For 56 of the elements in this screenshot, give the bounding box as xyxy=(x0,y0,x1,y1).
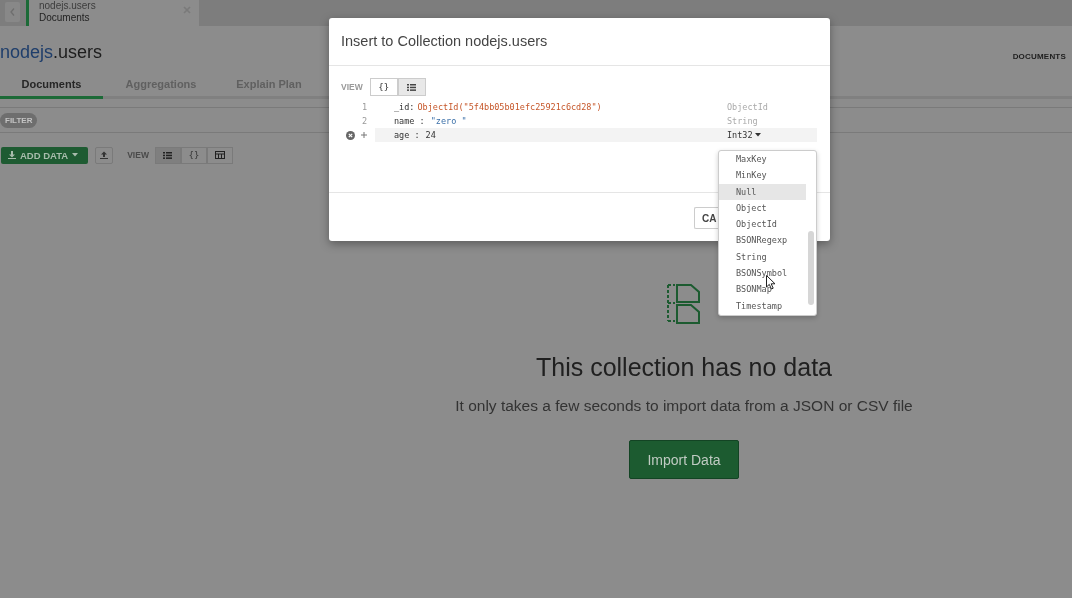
empty-state-text: It only takes a few seconds to import data from a JSON or CSV file xyxy=(455,397,913,415)
view-toggle-button[interactable]: {} xyxy=(369,78,398,96)
dialog-title: Insert to Collection nodejs.users xyxy=(329,18,830,66)
subtab[interactable]: Documents xyxy=(0,77,103,99)
view-toggle-button[interactable] xyxy=(397,78,426,96)
list-icon xyxy=(163,151,173,159)
remove-icon[interactable] xyxy=(346,130,355,140)
table-icon xyxy=(214,151,225,159)
plus-icon[interactable] xyxy=(361,132,367,138)
field-key: age : xyxy=(394,130,420,140)
type-option[interactable]: BSONSymbol xyxy=(719,265,806,282)
documents-icon xyxy=(667,283,701,325)
type-option[interactable]: ObjectId xyxy=(719,216,806,233)
empty-state-title: This collection has no data xyxy=(536,353,832,382)
field-key: _id: xyxy=(394,102,415,112)
view-toggle-button[interactable] xyxy=(154,146,181,164)
caret-icon xyxy=(72,153,79,157)
scrollbar[interactable] xyxy=(808,231,814,305)
import-data-button[interactable]: Import Data xyxy=(629,440,739,479)
caret-icon[interactable] xyxy=(754,133,761,137)
field-type: ObjectId xyxy=(727,102,768,112)
type-option[interactable]: BSONRegexp xyxy=(719,232,806,249)
line-number: 2 xyxy=(361,116,369,126)
field-type: String xyxy=(727,116,758,126)
field-row[interactable]: _id: ObjectId("5f4bb05b01efc25921c6cd28") ObjectId xyxy=(375,100,817,114)
view-label: VIEW xyxy=(127,150,149,160)
chevron-icon xyxy=(10,8,15,16)
cancel-button[interactable]: CA xyxy=(694,207,718,229)
type-option[interactable]: String xyxy=(719,248,806,266)
field-value: "zero " xyxy=(430,116,467,126)
tab-title: nodejs.users xyxy=(39,0,96,11)
view-toggle-button[interactable]: {} xyxy=(180,146,207,164)
type-option[interactable]: MinKey xyxy=(719,167,806,184)
add-data-button[interactable]: ADD DATA xyxy=(1,146,89,164)
download-icon xyxy=(8,151,16,159)
view-label: VIEW xyxy=(341,82,363,92)
type-option[interactable]: Object xyxy=(719,199,806,217)
type-option[interactable]: Timestamp xyxy=(719,297,806,314)
collection-title: nodejs.users xyxy=(0,42,103,63)
line-number: 1 xyxy=(361,102,369,112)
collection-tab[interactable]: nodejs.users Documents xyxy=(26,0,199,26)
view-toggle-button[interactable] xyxy=(206,146,233,164)
selected-field-row[interactable]: age : 24 Int32 xyxy=(375,128,817,142)
upload-icon xyxy=(100,151,109,159)
documents-label: DOCUMENTS xyxy=(1012,52,1066,61)
type-option[interactable]: MaxKey xyxy=(719,151,806,168)
type-option[interactable]: Null xyxy=(719,183,806,200)
field-type[interactable]: Int32 xyxy=(727,130,753,140)
import-button[interactable] xyxy=(95,146,114,164)
field-key: name : xyxy=(394,116,425,126)
type-option[interactable]: BSONMap xyxy=(719,281,806,298)
tab-subtitle: Documents xyxy=(39,12,91,23)
field-value: ObjectId("5f4bb05b01efc25921c6cd28") xyxy=(417,102,602,112)
field-row[interactable]: name : "zero " String xyxy=(375,114,817,128)
field-value: 24 xyxy=(425,130,436,140)
list-icon xyxy=(407,83,417,91)
